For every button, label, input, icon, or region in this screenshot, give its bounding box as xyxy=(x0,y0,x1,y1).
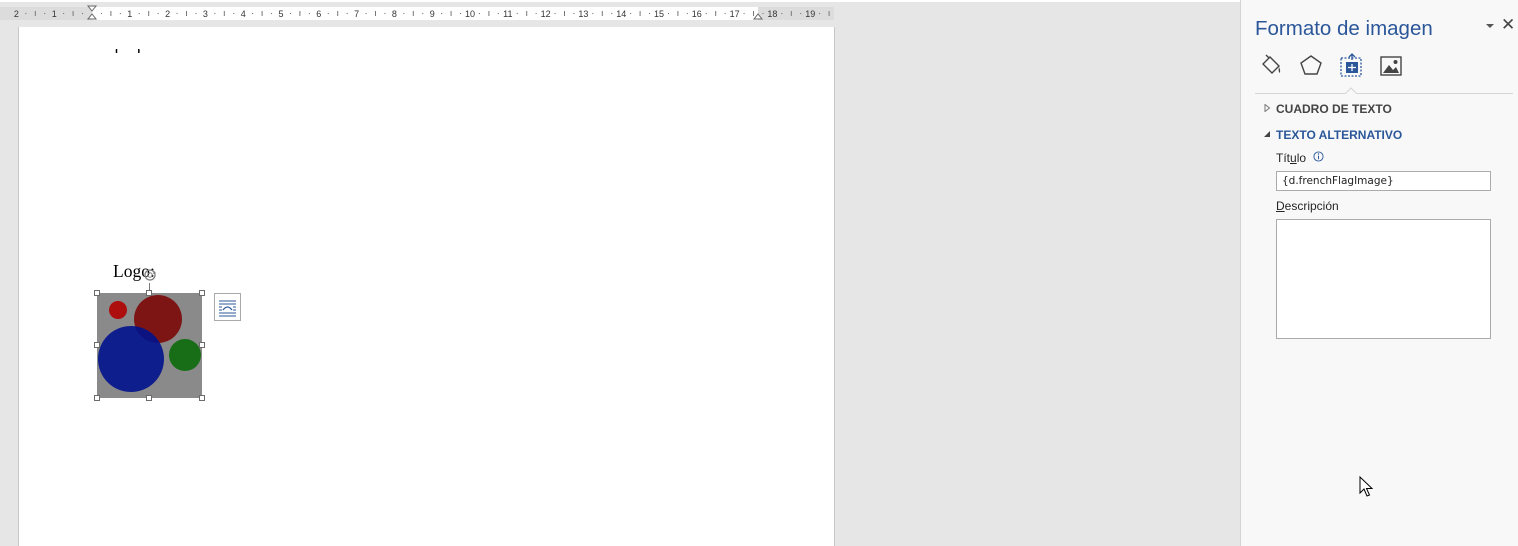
resize-handle-top-left[interactable] xyxy=(94,290,100,296)
effects-pentagon-icon[interactable] xyxy=(1297,52,1325,80)
ruler-tick-label: 3 xyxy=(203,9,208,19)
tab-divider xyxy=(1255,93,1513,94)
ruler-tick-label: 7 xyxy=(354,9,359,19)
ruler-tick-label: 19 xyxy=(805,9,815,19)
description-field-label: Descripción xyxy=(1276,199,1339,213)
resize-handle-bottom-left[interactable] xyxy=(94,395,100,401)
ruler-tick-label: 1 xyxy=(127,9,132,19)
resize-handle-right[interactable] xyxy=(199,342,205,348)
pane-title: Formato de imagen xyxy=(1255,17,1433,40)
rotate-handle-icon[interactable] xyxy=(142,268,158,284)
layout-options-button[interactable] xyxy=(214,293,241,321)
fill-line-icon[interactable] xyxy=(1257,52,1285,80)
resize-handle-left[interactable] xyxy=(94,342,100,348)
ruler-tick-label: 5 xyxy=(278,9,283,19)
logo-image[interactable] xyxy=(97,293,202,398)
ruler-tick-label: 14 xyxy=(616,9,626,19)
ruler-tick-label: 2 xyxy=(165,9,170,19)
resize-handle-bottom-right[interactable] xyxy=(199,395,205,401)
ruler-tick-label: 12 xyxy=(541,9,551,19)
ruler-tick-label: 4 xyxy=(241,9,246,19)
resize-handle-bottom[interactable] xyxy=(146,395,152,401)
close-icon[interactable]: ✕ xyxy=(1501,15,1515,35)
ruler-tick-label: 9 xyxy=(430,9,435,19)
ruler-tick-label: 10 xyxy=(465,9,475,19)
ruler-tick-label: 16 xyxy=(692,9,702,19)
picture-icon[interactable] xyxy=(1377,52,1405,80)
ruler-tick-label: 1 xyxy=(52,9,57,19)
ruler-graphic: 2 1 1 2 3 4 5 6 7 8 9 10 11 12 13 14 15 16 17 18 19 xyxy=(0,5,834,20)
ruler-tick-label: 18 xyxy=(767,9,777,19)
text-wrap-icon xyxy=(219,300,236,317)
section-texto-alternativo[interactable]: TEXTO ALTERNATIVO xyxy=(1276,128,1402,142)
title-field-label: Título xyxy=(1276,151,1307,165)
format-picture-pane: Formato de imagen ✕ CUADRO DE TEXTO TEXT… xyxy=(1240,0,1518,546)
image-content xyxy=(97,293,202,398)
ruler-tick-label: 17 xyxy=(730,9,740,19)
resize-handle-top-right[interactable] xyxy=(199,290,205,296)
ruler-tick-label: 13 xyxy=(578,9,588,19)
horizontal-ruler[interactable]: 2 1 1 2 3 4 5 6 7 8 9 10 11 12 13 14 15 16 17 18 19 xyxy=(0,5,834,22)
alt-text-title-input[interactable] xyxy=(1276,171,1491,191)
layout-properties-icon[interactable] xyxy=(1337,52,1365,80)
active-tab-pointer xyxy=(1345,87,1357,94)
resize-handle-top[interactable] xyxy=(146,290,152,296)
chevron-down-icon[interactable] xyxy=(1484,20,1496,32)
ruler-tick-label: 8 xyxy=(392,9,397,19)
ruler-tick-label: 2 xyxy=(14,9,19,19)
top-border xyxy=(0,0,1240,2)
mouse-cursor-icon xyxy=(1359,476,1373,497)
section-cuadro-de-texto[interactable]: CUADRO DE TEXTO xyxy=(1276,102,1392,116)
collapsed-arrow-icon[interactable] xyxy=(1263,104,1271,112)
info-icon[interactable] xyxy=(1313,151,1324,162)
expanded-arrow-icon[interactable] xyxy=(1263,130,1271,138)
ruler-tick-label: 6 xyxy=(316,9,321,19)
cut-off-text-line: (‥ ) xyxy=(115,49,140,53)
ruler-tick-label: 15 xyxy=(654,9,664,19)
alt-text-description-textarea[interactable] xyxy=(1276,219,1491,339)
document-page[interactable]: (‥ ) Logo: xyxy=(18,27,835,546)
ruler-tick-label: 11 xyxy=(503,9,512,19)
